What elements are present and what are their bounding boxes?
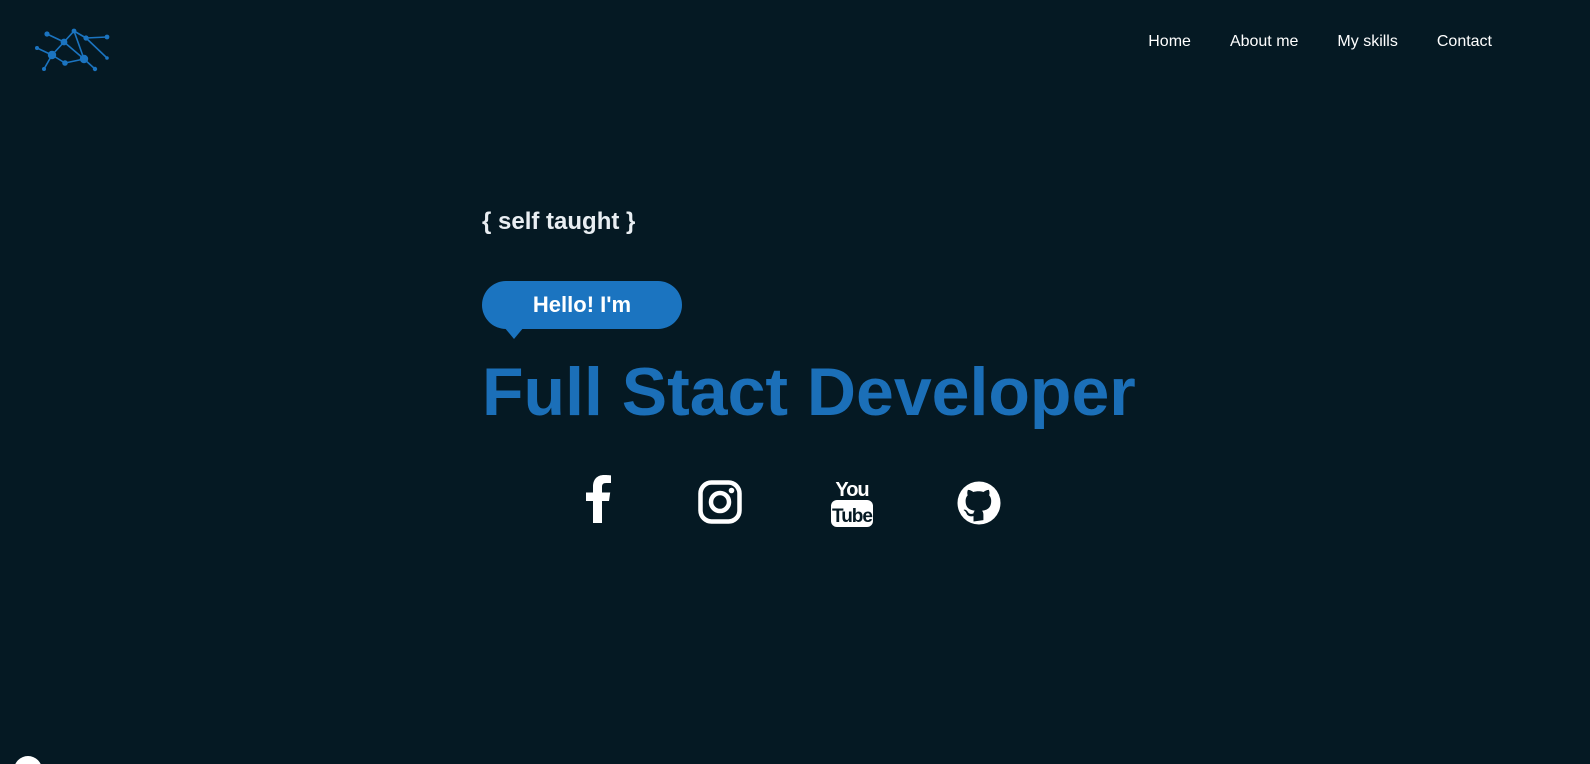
network-graph-icon[interactable] <box>32 24 112 74</box>
youtube-icon[interactable]: You Tube <box>830 477 874 529</box>
hero-title: Full Stact Developer <box>482 354 1136 430</box>
instagram-icon[interactable] <box>698 480 742 524</box>
nav-about-link[interactable]: About me <box>1230 33 1298 51</box>
scroll-indicator-icon[interactable] <box>14 756 42 764</box>
hero-section: { self taught } Hello! I'm Full Stact De… <box>482 206 1136 430</box>
github-icon[interactable] <box>957 481 1001 525</box>
greeting-bubble: Hello! I'm <box>482 281 682 329</box>
tagline: { self taught } <box>482 208 636 235</box>
nav-contact-link[interactable]: Contact <box>1437 33 1492 51</box>
youtube-tube-text: Tube <box>832 506 872 527</box>
facebook-icon[interactable] <box>583 473 613 523</box>
main-nav: Home About me My skills Contact <box>1109 33 1492 51</box>
nav-skills-link[interactable]: My skills <box>1337 33 1397 51</box>
page: Home About me My skills Contact { self t… <box>0 0 1590 764</box>
greeting-bubble-tail <box>504 327 524 339</box>
youtube-you-text: You <box>835 479 868 501</box>
nav-home-link[interactable]: Home <box>1148 33 1191 51</box>
